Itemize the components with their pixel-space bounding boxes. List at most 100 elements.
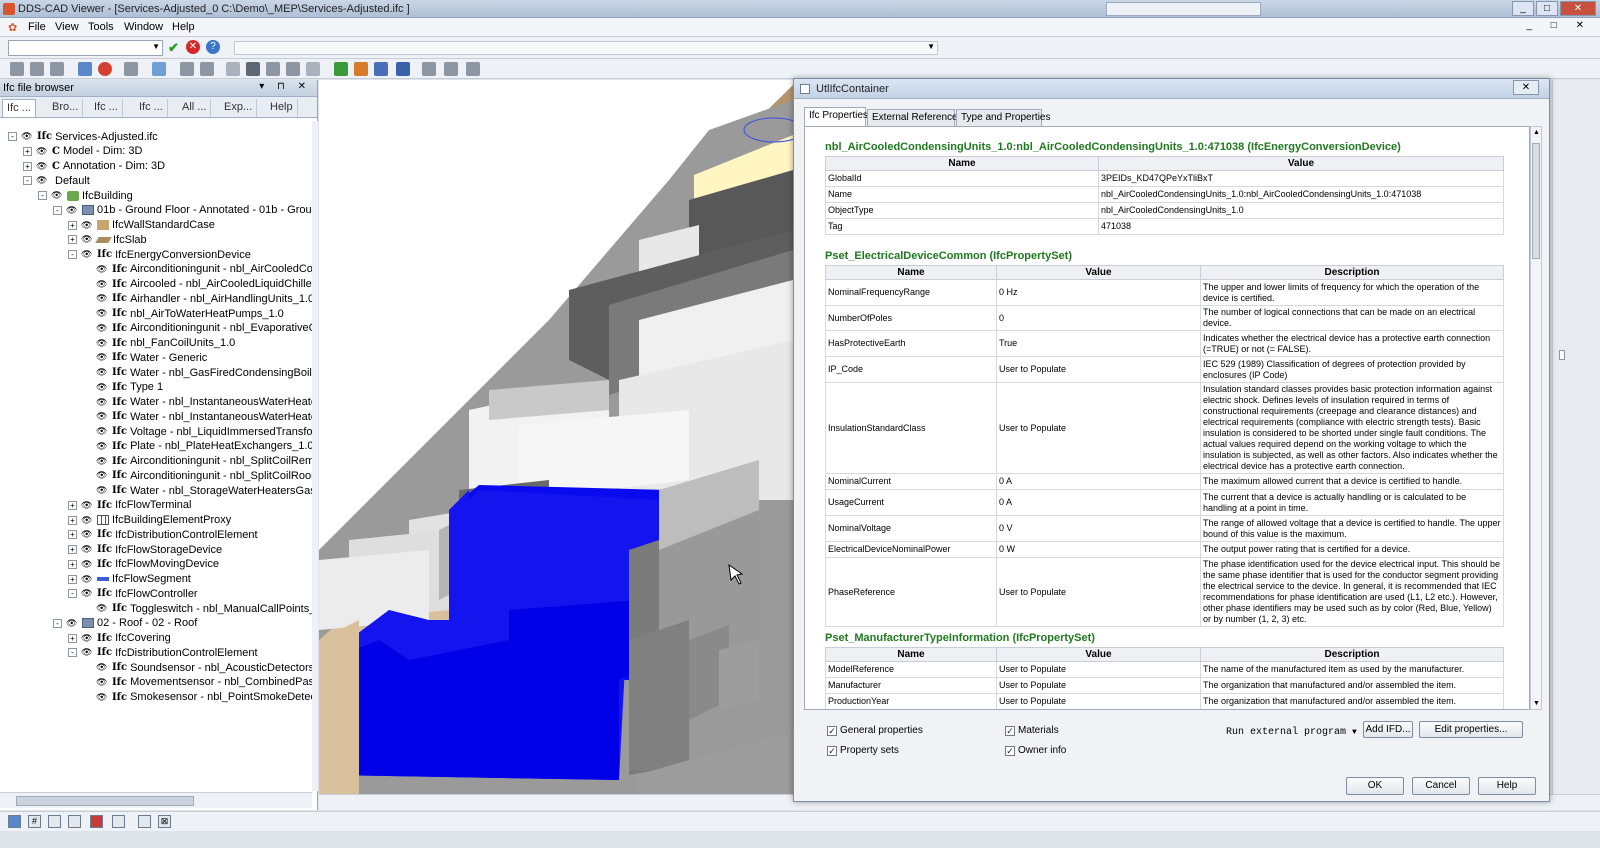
tree-node[interactable]: - 👁 Ifc IfcEnergyConversionDevice: [68, 247, 251, 262]
tree-node[interactable]: 👁IfcWater - nbl_InstantaneousWaterHeater…: [83, 409, 312, 424]
scroll-handle[interactable]: [1559, 350, 1565, 360]
eye-icon[interactable]: 👁: [81, 559, 95, 569]
solid-icon[interactable]: [266, 62, 280, 76]
section-icon[interactable]: [90, 815, 103, 828]
tree-node[interactable]: 👁 Ifc Airconditioningunit - nbl_Evaporativ…: [83, 321, 312, 336]
eye-icon[interactable]: 👁: [96, 471, 110, 480]
house-icon[interactable]: [10, 62, 24, 76]
select-icon[interactable]: [78, 62, 92, 76]
expand-icon[interactable]: +: [68, 500, 77, 510]
tab-export[interactable]: Exp...: [220, 99, 258, 117]
scroll-thumb[interactable]: [16, 796, 194, 806]
eye-icon[interactable]: 👁: [81, 633, 95, 643]
collapse-icon[interactable]: -: [8, 132, 17, 141]
help-icon[interactable]: ?: [206, 40, 220, 54]
tree-node[interactable]: 👁 Ifc Aircooled - nbl_AirCooledLiquidChill…: [83, 277, 312, 292]
eye-icon[interactable]: 👁: [81, 515, 95, 525]
tab-ifc[interactable]: Ifc ...: [2, 99, 36, 117]
tree-node[interactable]: 👁IfcMovementsensor - nbl_CombinedPassive: [83, 675, 312, 690]
expand-icon[interactable]: +: [68, 545, 77, 554]
table-row[interactable]: UsageCurrent 0 A The current that a device…: [825, 489, 1504, 516]
layers-icon[interactable]: [152, 62, 166, 76]
eye-icon[interactable]: 👁: [96, 264, 110, 274]
collapse-icon[interactable]: -: [68, 250, 77, 259]
eye-icon[interactable]: 👁: [96, 677, 110, 687]
snap-icon[interactable]: [8, 815, 21, 828]
ortho-icon[interactable]: [48, 815, 61, 828]
close-button[interactable]: ✕: [1560, 1, 1596, 16]
expand-icon[interactable]: +: [68, 559, 77, 569]
tree-node[interactable]: 👁 Ifc Airconditioningunit - nbl_AirCooledC…: [83, 262, 312, 277]
menu-tools[interactable]: Tools: [88, 21, 114, 33]
minimize-button[interactable]: _: [1512, 1, 1534, 16]
tree-vertical-scrollbar[interactable]: [312, 121, 318, 791]
table-row[interactable]: ObjectType nbl_AirCooledCondensingUnits_1…: [825, 202, 1504, 219]
tab-type-and-properties[interactable]: Type and Properties: [956, 109, 1051, 126]
tree-node[interactable]: + 👁 Ifc IfcFlowMovingDevice: [68, 557, 219, 572]
tree-node[interactable]: 👁IfcSmokesensor - nbl_PointSmokeDetector…: [83, 690, 312, 705]
table-row[interactable]: NominalVoltage 0 V The range of allowed vo…: [825, 515, 1504, 542]
search-icon[interactable]: [396, 62, 410, 76]
tree-node[interactable]: - 👁 Ifc IfcDistributionControlElement: [68, 645, 258, 660]
scroll-up-icon[interactable]: ▲: [1533, 129, 1540, 136]
eye-icon[interactable]: 👁: [96, 279, 110, 289]
person-icon[interactable]: [354, 62, 368, 76]
zoom-window-icon[interactable]: [124, 62, 138, 76]
table-row[interactable]: ModelReference User to Populate The name o…: [825, 661, 1504, 678]
transparent-icon[interactable]: [306, 62, 320, 76]
owner-info-checkbox[interactable]: ✓ Owner info: [1005, 745, 1066, 756]
eye-icon[interactable]: 👁: [96, 353, 110, 362]
title-search-box[interactable]: [1106, 2, 1261, 16]
eye-icon[interactable]: 👁: [66, 618, 80, 628]
expand-icon[interactable]: +: [68, 633, 77, 643]
property-sets-checkbox[interactable]: ✓ Property sets: [827, 745, 899, 756]
cancel-button[interactable]: Cancel: [1412, 777, 1470, 795]
tab-browser[interactable]: Bro...: [48, 99, 84, 117]
collapse-icon[interactable]: -: [68, 648, 77, 658]
add-ifd-button[interactable]: Add IFD...: [1363, 721, 1413, 738]
eye-icon[interactable]: 👁: [81, 545, 95, 554]
tree-node[interactable]: + 👁 Ifc IfcCovering: [68, 631, 171, 646]
expand-icon[interactable]: +: [23, 161, 32, 171]
axis-icon[interactable]: [112, 815, 125, 828]
fly-icon[interactable]: [374, 62, 388, 76]
tab-ifc-3[interactable]: Ifc ...: [135, 99, 168, 117]
table-row[interactable]: Tag 471038: [825, 218, 1504, 235]
record-icon[interactable]: [98, 62, 112, 76]
stop-icon[interactable]: [466, 62, 480, 76]
eye-icon[interactable]: 👁: [81, 648, 95, 657]
tree-node[interactable]: - 👁 02 - Roof - 02 - Roof: [53, 616, 197, 631]
tree-node[interactable]: - 👁 Ifc IfcFlowController: [68, 586, 198, 601]
tree-node[interactable]: + 👁 IfcBuildingElementProxy: [68, 513, 231, 528]
tree-node[interactable]: 👁 Ifc Voltage - nbl_LiquidImmersedTransfor…: [83, 424, 312, 439]
comment-icon[interactable]: [68, 815, 81, 828]
box-icon[interactable]: [200, 62, 214, 76]
tree-node[interactable]: - 👁 Default: [23, 173, 90, 188]
eye-icon[interactable]: 👁: [96, 323, 110, 333]
tree-node[interactable]: 👁 Ifc Airconditioningunit - nbl_SplitCoilR…: [83, 468, 312, 483]
cube-icon[interactable]: [286, 62, 300, 76]
table-row[interactable]: ProductionYear User to Populate The organi…: [825, 693, 1504, 709]
cancel-icon[interactable]: ✕: [186, 40, 200, 54]
tree-node[interactable]: - 👁 Ifc Services-Adjusted.ifc: [8, 129, 158, 144]
eye-icon[interactable]: 👁: [81, 500, 95, 510]
eye-icon[interactable]: 👁: [81, 589, 95, 598]
tree-node[interactable]: 👁 Ifc Airconditioningunit - nbl_SplitCoilR…: [83, 454, 312, 469]
collapse-icon[interactable]: -: [53, 205, 62, 215]
expand-icon[interactable]: +: [68, 220, 77, 230]
collapse-icon[interactable]: -: [53, 618, 62, 628]
expand-icon[interactable]: +: [68, 574, 77, 584]
crop-icon[interactable]: ⊠: [158, 815, 171, 828]
expand-icon[interactable]: +: [68, 530, 77, 540]
table-row[interactable]: InsulationStandardClass User to Populate I…: [825, 382, 1504, 474]
materials-checkbox[interactable]: ✓ Materials: [1005, 725, 1059, 736]
table-row[interactable]: IP_Code User to Populate IEC 529 (1989) Cl…: [825, 356, 1504, 383]
eye-icon[interactable]: 👁: [96, 412, 110, 421]
properties-scrollbar[interactable]: ▲ ▼: [1530, 126, 1542, 710]
tab-ifc-properties[interactable]: Ifc Properties: [804, 107, 868, 126]
walk-icon[interactable]: [180, 62, 194, 76]
tree-node[interactable]: + 👁 IfcWallStandardCase: [68, 218, 215, 233]
tree-node[interactable]: 👁IfcWater - nbl_StorageWaterHeatersGasFi…: [83, 483, 312, 498]
table-row[interactable]: PhaseReference User to Populate The phase …: [825, 557, 1504, 627]
shaded-icon[interactable]: [246, 62, 260, 76]
